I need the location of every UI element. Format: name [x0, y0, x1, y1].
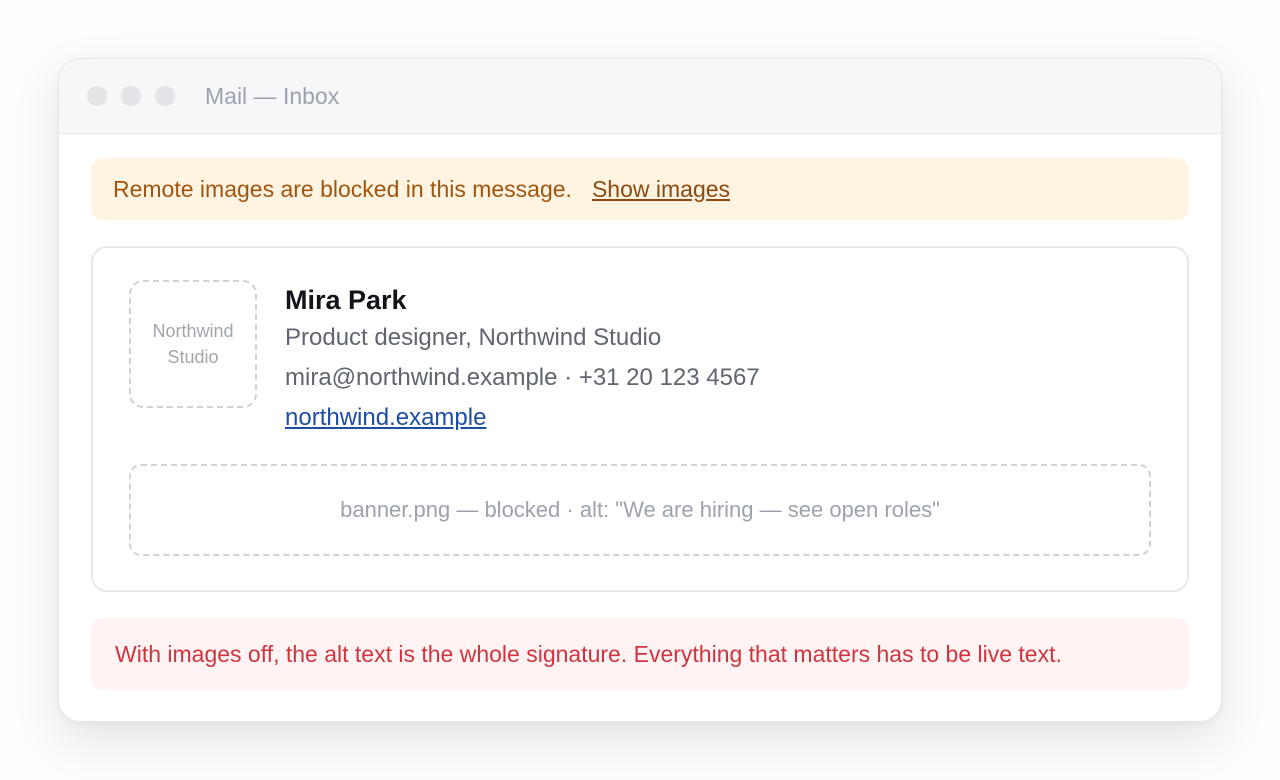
signature-name: Mira Park — [285, 285, 407, 315]
close-window-button[interactable] — [87, 86, 107, 106]
logo-placeholder: Northwind Studio — [129, 280, 257, 408]
notice-text: Remote images are blocked in this messag… — [113, 175, 572, 202]
mail-window: Mail — Inbox Remote images are blocked i… — [58, 58, 1222, 722]
message-content: Remote images are blocked in this messag… — [59, 134, 1221, 690]
signature-details: Mira Park Product designer, Northwind St… — [285, 280, 760, 438]
signature-role: Product designer, Northwind Studio — [285, 324, 662, 351]
signature-contact: mira@northwind.example · +31 20 123 4567 — [285, 364, 760, 391]
show-images-link[interactable]: Show images — [592, 176, 730, 203]
banner-placeholder: banner.png — blocked · alt: "We are hiri… — [129, 464, 1151, 556]
images-blocked-notice: Remote images are blocked in this messag… — [91, 158, 1189, 220]
window-title: Mail — Inbox — [205, 82, 340, 109]
signature-website-link[interactable]: northwind.example — [285, 398, 486, 438]
title-bar: Mail — Inbox — [59, 59, 1221, 134]
alt-text-warning: With images off, the alt text is the who… — [91, 618, 1189, 690]
signature-row: Northwind Studio Mira Park Product desig… — [129, 280, 1151, 438]
signature-card: Northwind Studio Mira Park Product desig… — [91, 246, 1189, 592]
minimize-window-button[interactable] — [121, 86, 141, 106]
maximize-window-button[interactable] — [155, 86, 175, 106]
warning-text: With images off, the alt text is the who… — [115, 640, 1062, 667]
